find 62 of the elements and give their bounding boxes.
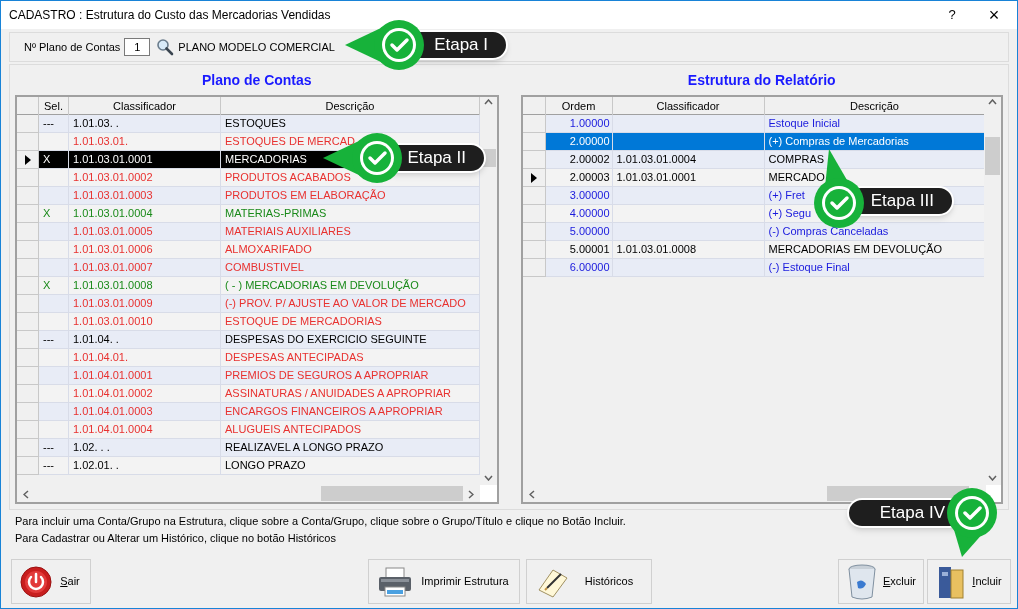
table-row[interactable]: 1.01.03.01.0009 (-) PROV. P/ AJUSTE AO VALOR DE MERCADO [17, 295, 480, 313]
table-row[interactable]: 1.01.04.01.0001 PREMIOS DE SEGUROS A APROPRIAR [17, 367, 480, 385]
table-cell: 6.00000 [545, 259, 613, 277]
panel-title: Plano de Contas [200, 71, 313, 90]
panel-title: Estrutura do Relatório [686, 71, 837, 90]
table-row[interactable]: 1.00000 Estoque Inicial [522, 115, 986, 133]
table-row[interactable]: 6.00000 (-) Estoque Final [522, 259, 986, 277]
row-header[interactable] [17, 151, 39, 169]
table-row[interactable]: 2.00002 1.01.03.01.0004 COMPRAS [522, 151, 986, 169]
horizontal-scrollbar[interactable] [522, 485, 986, 502]
table-row[interactable]: X 1.01.03.01.0008 ( - ) MERCADORIAS EM DEVOLUÇÃO [17, 277, 480, 295]
table-row[interactable]: 2.00003 1.01.03.01.0001 MERCADO [522, 169, 986, 187]
table-row[interactable]: 1.01.03.01.0007 COMBUSTIVEL [17, 259, 480, 277]
add-button[interactable]: Incluir [927, 559, 1011, 604]
table-row[interactable]: 5.00000 (-) Compras Canceladas [522, 223, 986, 241]
table-row[interactable]: --- 1.02.01. . LONGO PRAZO [17, 457, 480, 475]
vertical-scrollbar[interactable] [984, 97, 1001, 485]
help-button[interactable]: ? [937, 5, 967, 25]
scroll-right-icon[interactable] [468, 490, 474, 499]
table-row[interactable]: 1.01.04.01.0004 ALUGUEIS ANTECIPADOS [17, 421, 480, 439]
table-row[interactable]: 1.01.03.01.0003 PRODUTOS EM ELABORAÇÃO [17, 187, 480, 205]
table-row[interactable]: --- 1.01.04. . DESPESAS DO EXERCICIO SEGUINTE [17, 331, 480, 349]
scrollbar-thumb[interactable] [321, 486, 463, 501]
field-label: Nº Plano de Contas [24, 39, 121, 55]
plan-name: PLANO MODELO COMERCIAL [178, 39, 335, 55]
scrollbar-thumb[interactable] [985, 137, 1000, 175]
table-row[interactable]: 1.01.04.01.0003 ENCARGOS FINANCEIROS A APROPRIAR [17, 403, 480, 421]
window-title: CADASTRO : Estrutura do Custo das Mercadorias Vendidas [9, 7, 332, 24]
history-button[interactable]: Históricos [526, 559, 652, 604]
table-row[interactable]: 1.01.03.01.0005 MATERIAIS AUXILIARES [17, 223, 480, 241]
table-row[interactable]: 1.01.04.01.0002 ASSINATURAS / ANUIDADES A APROPRIAR [17, 385, 480, 403]
scroll-down-icon[interactable] [483, 475, 493, 481]
printer-icon [377, 565, 413, 598]
trash-icon [847, 563, 877, 600]
print-button[interactable]: Imprimir Estrutura [368, 559, 520, 604]
hint-text: Para Cadastrar ou Alterar um Histórico, clique no botão Históricos [15, 531, 337, 545]
table-row[interactable]: 1.01.04.01. DESPESAS ANTECIPADAS [17, 349, 480, 367]
horizontal-scrollbar[interactable] [17, 485, 480, 502]
table-cell: 1.02.01. . [69, 457, 221, 475]
exit-button[interactable]: Sair [11, 559, 91, 604]
delete-button[interactable]: Excluir [838, 559, 924, 604]
table-row[interactable]: 2.00000 (+) Compras de Mercadorias [522, 133, 986, 151]
table-row[interactable]: --- 1.01.03. . ESTOQUES [17, 115, 480, 133]
plan-number-field[interactable]: 1 [124, 38, 151, 56]
table-row[interactable]: --- 1.02. . . REALIZAVEL A LONGO PRAZO [17, 439, 480, 457]
scroll-down-icon[interactable] [988, 475, 997, 481]
hint-text: Para incluir uma Conta/Grupo na Estrutura, clique sobre a Conta/Grupo, clique sobre o Grupo/Título e clique no Botão Incluir. [15, 514, 627, 528]
table-cell: LONGO PRAZO [221, 457, 480, 475]
scroll-left-icon[interactable] [23, 490, 29, 499]
scroll-left-icon[interactable] [528, 490, 535, 499]
table-row[interactable]: 5.00001 1.01.03.01.0008 MERCADORIAS EM DEVOLUÇÃO [522, 241, 986, 259]
table-row[interactable]: 1.01.03.01.0010 ESTOQUE DE MERCADORIAS [17, 313, 480, 331]
scroll-up-icon[interactable] [988, 99, 997, 105]
table-cell: --- [39, 457, 69, 475]
search-icon[interactable] [156, 38, 175, 56]
table-row[interactable]: 1.01.03.01.0006 ALMOXARIFADO [17, 241, 480, 259]
power-icon [20, 565, 52, 598]
table-row[interactable]: X 1.01.03.01.0004 MATERIAS-PRIMAS [17, 205, 480, 223]
scroll-up-icon[interactable] [483, 99, 493, 105]
close-button[interactable]: × [979, 6, 1009, 24]
table-row[interactable]: 1.01.03.01.0002 PRODUTOS ACABADOS [17, 169, 480, 187]
row-header[interactable] [522, 169, 546, 187]
